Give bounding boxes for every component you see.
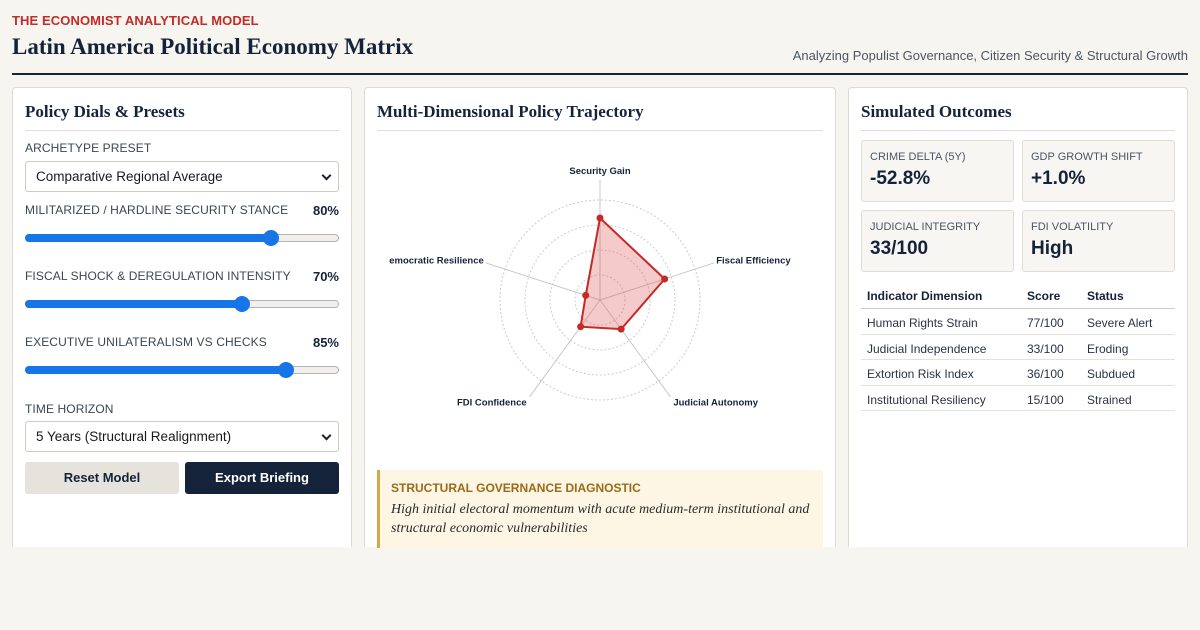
fiscal-shock-slider[interactable]	[25, 296, 339, 312]
slider-thumb[interactable]	[263, 230, 280, 246]
executive-unilateralism-slider[interactable]	[25, 362, 339, 378]
simulated-outcomes-panel: Simulated Outcomes CRIME DELTA (5Y) -52.…	[848, 87, 1188, 547]
radar-data-point	[582, 291, 590, 299]
radar-series-area	[579, 216, 667, 331]
slider-value-security: 80%	[312, 203, 339, 218]
preset-label: ARCHETYPE PRESET	[25, 141, 152, 155]
preset-value: Comparative Regional Average	[36, 169, 223, 184]
panel-title: Multi-Dimensional Policy Trajectory	[377, 102, 644, 121]
column-header: Score	[1027, 289, 1061, 303]
table-row: Institutional Resiliency 15/100 Strained	[861, 386, 1175, 411]
metric-value: +1.0%	[1031, 168, 1086, 189]
page-header: THE ECONOMIST ANALYTICAL MODEL Latin Ame…	[12, 12, 1188, 75]
table-row: Human Rights Strain 77/100 Severe Alert	[861, 309, 1175, 335]
slider-value-executive: 85%	[312, 335, 339, 350]
slider-label-security: MILITARIZED / HARDLINE SECURITY STANCE	[25, 203, 289, 217]
radar-axis-label: Fiscal Efficiency	[716, 256, 791, 267]
table-cell: Human Rights Strain	[867, 316, 978, 330]
table-cell: Institutional Resiliency	[867, 392, 986, 407]
export-briefing-button[interactable]: Export Briefing	[185, 462, 339, 494]
diagnostic-text: High initial electoral momentum with acu…	[391, 502, 810, 536]
radar-data-point	[596, 214, 604, 222]
radar-chart: Security Gain Fiscal Efficiency Judicial A…	[389, 166, 791, 408]
table-cell: Severe Alert	[1087, 316, 1153, 330]
metric-card-judicial: JUDICIAL INTEGRITY 33/100	[861, 210, 1014, 272]
chevron-down-icon	[321, 430, 332, 441]
archetype-preset-select[interactable]: Comparative Regional Average	[25, 161, 339, 192]
metric-value: 33/100	[870, 238, 929, 259]
metric-value: -52.8%	[870, 168, 931, 189]
panel-title: Policy Dials & Presets	[25, 102, 185, 121]
horizon-label: TIME HORIZON	[25, 402, 114, 416]
radar-data-point	[617, 325, 625, 333]
slider-label-executive: EXECUTIVE UNILATERALISM VS CHECKS	[25, 335, 267, 349]
reset-model-button[interactable]: Reset Model	[25, 462, 179, 494]
table-cell: Strained	[1087, 392, 1132, 407]
slider-fill	[25, 366, 287, 374]
metric-card-gdp: GDP GROWTH SHIFT +1.0%	[1022, 140, 1175, 202]
page-title: Latin America Political Economy Matrix	[12, 34, 414, 59]
table-cell: Subdued	[1087, 367, 1136, 381]
indicator-table: Indicator Dimension Score Status Human R…	[861, 282, 1175, 411]
radar-axis-label: Security Gain	[569, 166, 630, 177]
slider-value-fiscal: 70%	[312, 269, 339, 284]
slider-fill	[25, 300, 242, 308]
radar-axis-label: FDI Confidence	[457, 397, 527, 408]
panel-title: Simulated Outcomes	[861, 102, 1012, 121]
radar-data-point	[661, 275, 669, 283]
slider-fill	[25, 234, 272, 242]
table-cell: 36/100	[1027, 367, 1064, 381]
radar-data-point	[577, 323, 585, 331]
metric-label: JUDICIAL INTEGRITY	[870, 221, 981, 233]
table-cell: 15/100	[1027, 392, 1064, 407]
column-header: Status	[1087, 289, 1124, 303]
policy-trajectory-panel: Multi-Dimensional Policy Trajectory Secu…	[364, 87, 836, 548]
slider-label-fiscal: FISCAL SHOCK & DEREGULATION INTENSITY	[25, 269, 291, 283]
divider	[377, 130, 823, 131]
radar-axis-label: emocratic Resilience	[389, 256, 484, 267]
metric-card-crime: CRIME DELTA (5Y) -52.8%	[861, 140, 1014, 202]
metric-label: CRIME DELTA (5Y)	[870, 151, 966, 163]
diagnostic-title: STRUCTURAL GOVERNANCE DIAGNOSTIC	[391, 481, 641, 495]
metric-label: GDP GROWTH SHIFT	[1031, 151, 1143, 163]
horizon-value: 5 Years (Structural Realignment)	[36, 429, 232, 444]
governance-diagnostic: STRUCTURAL GOVERNANCE DIAGNOSTIC High in…	[377, 470, 823, 548]
table-cell: 33/100	[1027, 341, 1064, 356]
table-row: Extortion Risk Index 36/100 Subdued	[861, 360, 1175, 386]
slider-thumb[interactable]	[278, 362, 295, 378]
radar-axis-label: Judicial Autonomy	[673, 397, 758, 408]
metric-label: FDI VOLATILITY	[1031, 221, 1114, 233]
metric-card-fdi: FDI VOLATILITY High	[1022, 210, 1175, 272]
policy-dials-panel: Policy Dials & Presets ARCHETYPE PRESET …	[12, 87, 352, 547]
table-header-row: Indicator Dimension Score Status	[861, 282, 1175, 309]
table-cell: Extortion Risk Index	[867, 367, 974, 381]
table-row: Judicial Independence 33/100 Eroding	[861, 335, 1175, 360]
page-subtitle: Analyzing Populist Governance, Citizen S…	[792, 48, 1188, 63]
divider	[861, 130, 1175, 131]
table-cell: 77/100	[1027, 316, 1064, 330]
slider-thumb[interactable]	[233, 296, 250, 312]
divider	[25, 130, 339, 131]
table-cell: Judicial Independence	[867, 341, 987, 356]
time-horizon-select[interactable]: 5 Years (Structural Realignment)	[25, 421, 339, 452]
security-stance-slider[interactable]	[25, 230, 339, 246]
eyebrow-label: THE ECONOMIST ANALYTICAL MODEL	[12, 13, 259, 28]
column-header: Indicator Dimension	[867, 289, 983, 303]
chevron-down-icon	[321, 170, 332, 181]
table-cell: Eroding	[1087, 341, 1129, 356]
metric-value: High	[1031, 238, 1074, 259]
